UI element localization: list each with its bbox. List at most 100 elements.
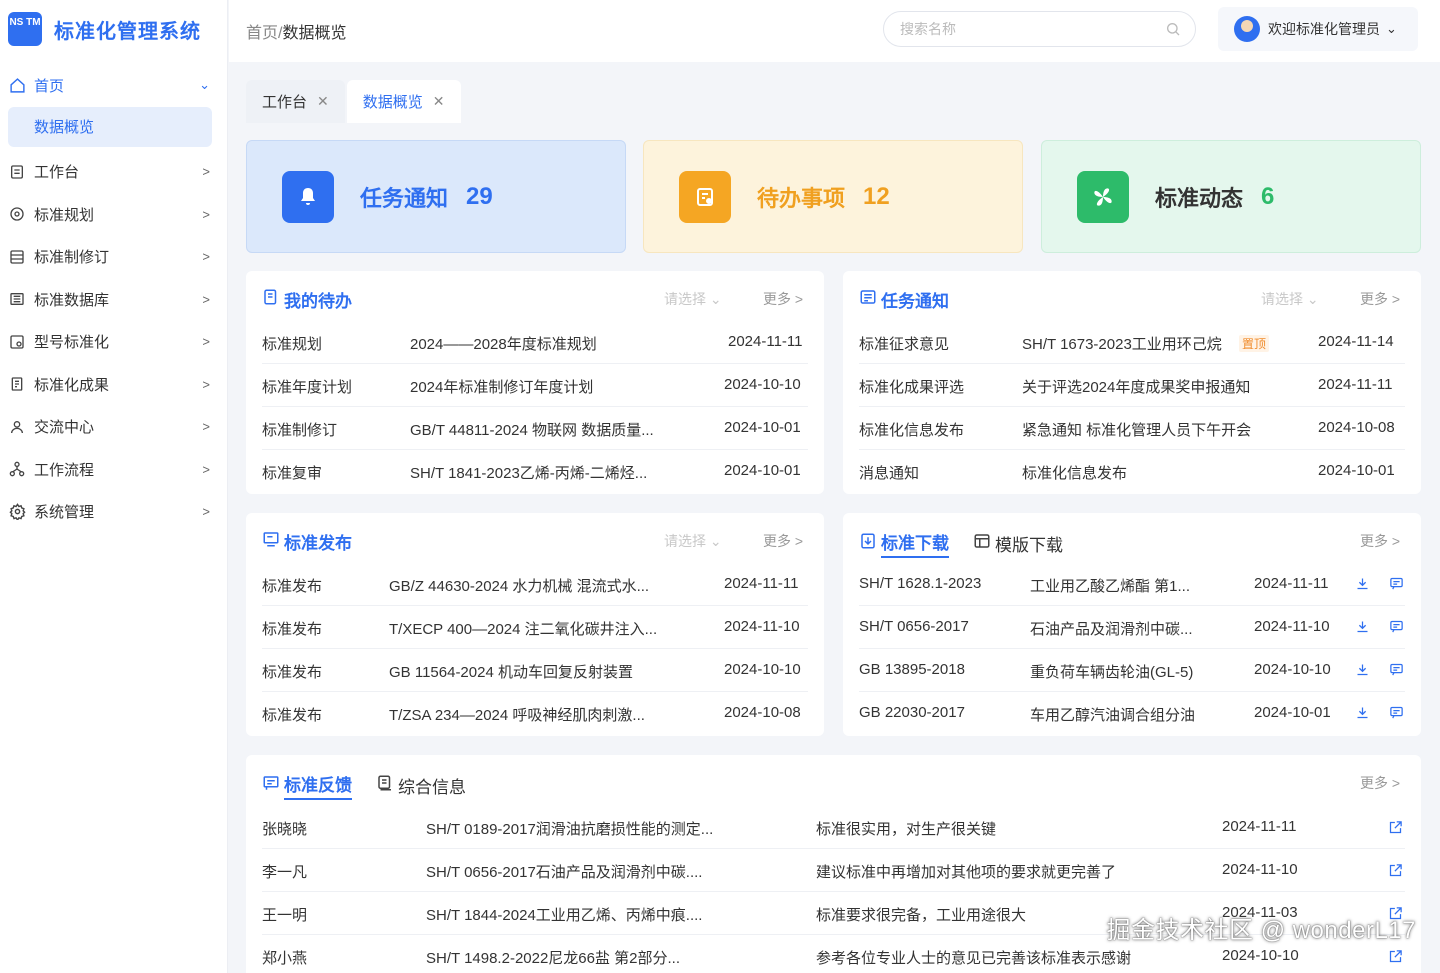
template-icon [973, 532, 991, 555]
model-icon [8, 333, 26, 351]
row-type: 标准发布 [262, 664, 323, 681]
more-link[interactable]: 更多 > [1360, 289, 1400, 309]
table-row[interactable]: 标准征求意见 SH/T 1673-2023工业用环己烷 置顶 2024-11-14 [859, 321, 1405, 364]
sidebar-subitem-overview[interactable]: 数据概览 [8, 106, 212, 147]
table-row[interactable]: SH/T 1628.1-2023 工业用乙酸乙烯酯 第1... 2024-11-11 [859, 563, 1405, 606]
row-type: 标准发布 [262, 621, 323, 638]
row-user: 王一明 [262, 907, 308, 924]
filter-select[interactable]: 请选择 ⌄ [1261, 289, 1319, 309]
tab-overview[interactable]: 数据概览 ✕ [346, 80, 461, 123]
search-icon[interactable] [1165, 21, 1181, 40]
comment-icon[interactable] [1389, 705, 1404, 724]
row-name: 2024年标准制修订年度计划 [410, 379, 594, 396]
row-code: GB 13895-2018 [859, 661, 965, 678]
sidebar-item-system[interactable]: 系统管理 > [0, 491, 228, 534]
row-date: 2024-10-10 [1222, 947, 1299, 964]
table-row[interactable]: 标准发布 T/XECP 400—2024 注二氧化碳井注入... 2024-11-1… [262, 606, 808, 649]
edit-icon[interactable] [1388, 949, 1403, 968]
bell-icon [282, 170, 334, 223]
filter-select[interactable]: 请选择 ⌄ [664, 531, 722, 551]
comment-icon[interactable] [1389, 576, 1404, 595]
breadcrumb-root[interactable]: 首页/ [246, 25, 282, 42]
row-standard: SH/T 0656-2017石油产品及润滑剂中碳.... [426, 864, 703, 881]
row-name: 石油产品及润滑剂中碳... [1030, 621, 1193, 638]
sidebar-item-label: 系统管理 [34, 504, 95, 522]
download-icon [859, 532, 877, 555]
sidebar-item-planning[interactable]: 标准规划 > [0, 193, 228, 236]
row-date: 2024-10-01 [724, 462, 801, 479]
stat-card-tasks[interactable]: 任务通知 29 [246, 140, 626, 253]
table-row[interactable]: 标准年度计划 2024年标准制修订年度计划 2024-10-10 [262, 364, 808, 407]
sidebar-item-exchange[interactable]: 交流中心 > [0, 406, 228, 449]
chevron-right-icon: > [794, 533, 804, 549]
close-icon[interactable]: ✕ [433, 93, 445, 110]
table-row[interactable]: GB 22030-2017 车用乙醇汽油调合组分油 2024-10-01 [859, 692, 1405, 735]
close-icon[interactable]: ✕ [317, 93, 329, 110]
table-row[interactable]: SH/T 0656-2017 石油产品及润滑剂中碳... 2024-11-10 [859, 606, 1405, 649]
stat-label: 标准动态 [1155, 185, 1244, 211]
row-name: T/ZSA 234—2024 呼吸神经肌肉刺激... [389, 707, 645, 724]
user-icon [8, 418, 26, 436]
more-label: 更多 [1360, 291, 1388, 307]
chevron-right-icon: > [202, 461, 210, 477]
edit-icon[interactable] [1388, 820, 1403, 839]
row-date: 2024-10-01 [1318, 462, 1395, 479]
sidebar-item-results[interactable]: 标准化成果 > [0, 363, 228, 406]
table-row[interactable]: 标准化信息发布 紧急通知 标准化管理人员下午开会 2024-10-08 [859, 407, 1405, 450]
table-row[interactable]: 消息通知 标准化信息发布 2024-10-01 [859, 450, 1405, 493]
stat-card-todo[interactable]: 待办事项 12 [643, 140, 1023, 253]
stat-label: 任务通知 [360, 185, 449, 211]
table-row[interactable]: 标准发布 T/ZSA 234—2024 呼吸神经肌肉刺激... 2024-10-08 [262, 692, 808, 735]
table-row[interactable]: 标准规划 2024——2028年度标准规划 2024-11-11 [262, 321, 808, 364]
table-row[interactable]: 李一凡 SH/T 0656-2017石油产品及润滑剂中碳.... 建议标准中再增加对… [262, 849, 1405, 892]
sidebar-item-database[interactable]: 标准数据库 > [0, 278, 228, 321]
sidebar-item-model[interactable]: 型号标准化 > [0, 321, 228, 364]
chevron-down-icon: ⌄ [709, 291, 722, 307]
download-icon[interactable] [1355, 619, 1370, 638]
edit-icon[interactable] [1388, 863, 1403, 882]
sidebar-item-revision[interactable]: 标准制修订 > [0, 236, 228, 279]
chevron-right-icon: > [202, 419, 210, 435]
topbar: 首页/数据概览 搜索名称 欢迎标准化管理员 ⌄ [229, 0, 1440, 62]
table-row[interactable]: 标准制修订 GB/T 44811-2024 物联网 数据质量... 2024-10-… [262, 407, 808, 450]
sidebar-item-workbench[interactable]: 工作台 > [0, 151, 228, 194]
row-type: 标准发布 [262, 707, 323, 724]
comment-icon[interactable] [1389, 619, 1404, 638]
database-icon [8, 290, 26, 308]
row-date: 2024-11-11 [1318, 376, 1393, 393]
download-icon[interactable] [1355, 576, 1370, 595]
more-link[interactable]: 更多 > [1360, 531, 1400, 551]
table-row[interactable]: 标准发布 GB/Z 44630-2024 水力机械 混流式水... 2024-11-… [262, 563, 808, 606]
tab-feedback[interactable]: 标准反馈 [284, 771, 352, 800]
table-row[interactable]: 张晓晓 SH/T 0189-2017润滑油抗磨损性能的测定... 标准很实用，对生产… [262, 806, 1405, 849]
breadcrumb: 首页/数据概览 [246, 19, 346, 43]
table-row[interactable]: 标准发布 GB 11564-2024 机动车回复反射装置 2024-10-10 [262, 649, 808, 692]
download-icon[interactable] [1355, 662, 1370, 681]
tab-template-download[interactable]: 模版下载 [995, 531, 1063, 556]
tab-workbench[interactable]: 工作台 ✕ [246, 80, 345, 123]
logo-mark: NS TM [8, 12, 42, 46]
sidebar-item-workflow[interactable]: 工作流程 > [0, 448, 228, 491]
more-link[interactable]: 更多 > [763, 289, 803, 309]
tab-standard-download[interactable]: 标准下载 [881, 529, 949, 558]
table-row[interactable]: GB 13895-2018 重负荷车辆齿轮油(GL-5) 2024-10-10 [859, 649, 1405, 692]
table-row[interactable]: 标准化成果评选 关于评选2024年度成果奖申报通知 2024-11-11 [859, 364, 1405, 407]
download-icon[interactable] [1355, 705, 1370, 724]
nav-menu: 首页 ⌄ 数据概览 工作台 > 标准规划 > 标准制修订 > 标准数据库 > 型… [0, 64, 228, 533]
publish-icon [262, 530, 280, 553]
search-input[interactable]: 搜索名称 [883, 11, 1196, 47]
row-name: SH/T 1673-2023工业用环己烷 [1022, 336, 1222, 353]
app-logo[interactable]: NS TM 标准化管理系统 [8, 12, 201, 46]
comment-icon[interactable] [1389, 662, 1404, 681]
tab-general-info[interactable]: 综合信息 [398, 773, 466, 798]
fan-icon [1077, 170, 1129, 223]
filter-select[interactable]: 请选择 ⌄ [664, 289, 722, 309]
more-link[interactable]: 更多 > [763, 531, 803, 551]
table-row[interactable]: 标准复审 SH/T 1841-2023乙烯-丙烯-二烯烃... 2024-10-01 [262, 450, 808, 493]
user-menu[interactable]: 欢迎标准化管理员 ⌄ [1218, 7, 1418, 51]
more-link[interactable]: 更多 > [1360, 773, 1400, 793]
sidebar-item-home[interactable]: 首页 ⌄ [0, 64, 228, 107]
document-icon [8, 375, 26, 393]
stat-card-dynamics[interactable]: 标准动态 6 [1041, 140, 1421, 253]
row-date: 2024-11-11 [724, 575, 799, 592]
